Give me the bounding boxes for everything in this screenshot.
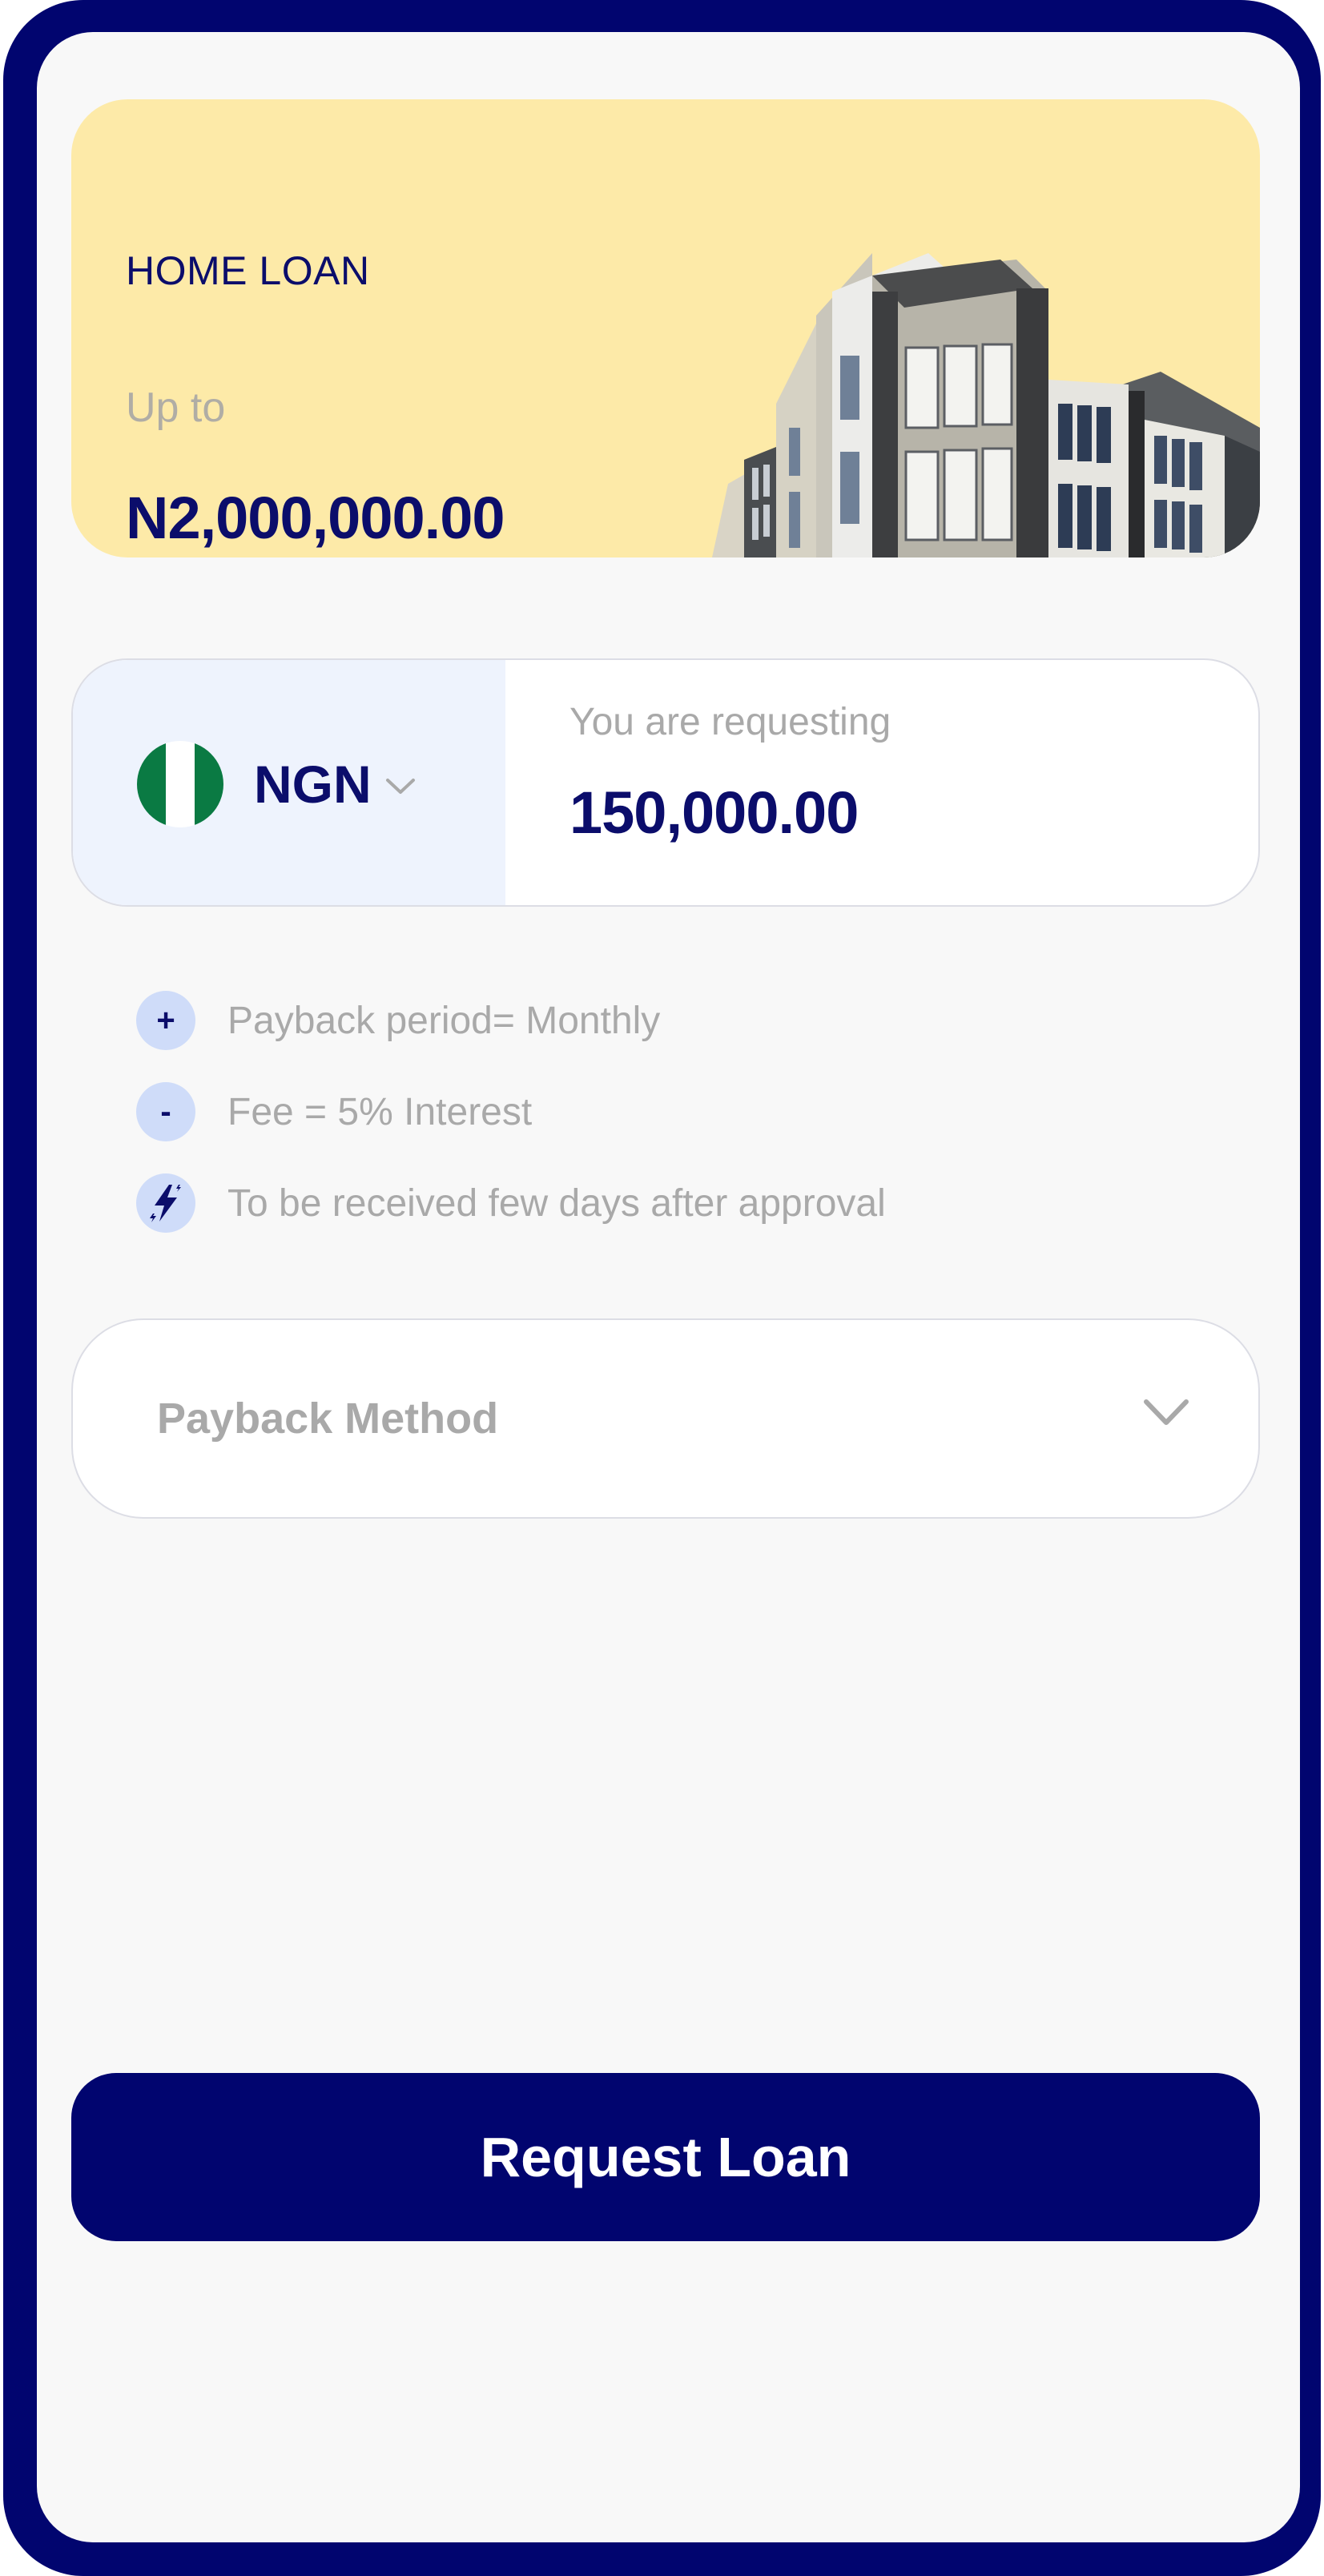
fee-text: Fee = 5% Interest bbox=[227, 1090, 533, 1133]
requested-amount[interactable]: 150,000.00 bbox=[569, 779, 859, 847]
max-loan-amount: N2,000,000.00 bbox=[126, 485, 505, 551]
app-screen: HOME LOAN Up to N2,000,000.00 NGN You ar… bbox=[37, 32, 1300, 2542]
payback-method-label: Payback Method bbox=[157, 1395, 499, 1443]
list-item: + Payback period= Monthly bbox=[136, 990, 660, 1051]
loan-banner: HOME LOAN Up to N2,000,000.00 bbox=[71, 99, 1260, 557]
currency-selector[interactable]: NGN bbox=[73, 660, 505, 905]
nigeria-flag-icon bbox=[137, 741, 223, 827]
up-to-label: Up to bbox=[126, 384, 226, 431]
currency-code: NGN bbox=[254, 755, 372, 814]
payback-period-text: Payback period= Monthly bbox=[227, 999, 661, 1042]
chevron-down-icon bbox=[385, 779, 415, 794]
phone-frame: HOME LOAN Up to N2,000,000.00 NGN You ar… bbox=[0, 0, 1324, 2576]
chevron-down-icon bbox=[1144, 1399, 1189, 1425]
list-item: - Fee = 5% Interest bbox=[136, 1081, 532, 1142]
lightning-icon bbox=[136, 1173, 195, 1233]
loan-type-title: HOME LOAN bbox=[126, 248, 370, 293]
payback-method-dropdown[interactable]: Payback Method bbox=[71, 1318, 1260, 1519]
list-item: To be received few days after approval bbox=[136, 1173, 886, 1234]
plus-icon: + bbox=[136, 991, 195, 1050]
minus-icon: - bbox=[136, 1082, 195, 1141]
request-loan-button[interactable]: Request Loan bbox=[71, 2073, 1260, 2241]
request-amount-card: NGN You are requesting 150,000.00 bbox=[71, 658, 1260, 907]
building-image bbox=[712, 253, 1260, 557]
disbursement-text: To be received few days after approval bbox=[227, 1181, 886, 1225]
requesting-label: You are requesting bbox=[569, 701, 891, 743]
